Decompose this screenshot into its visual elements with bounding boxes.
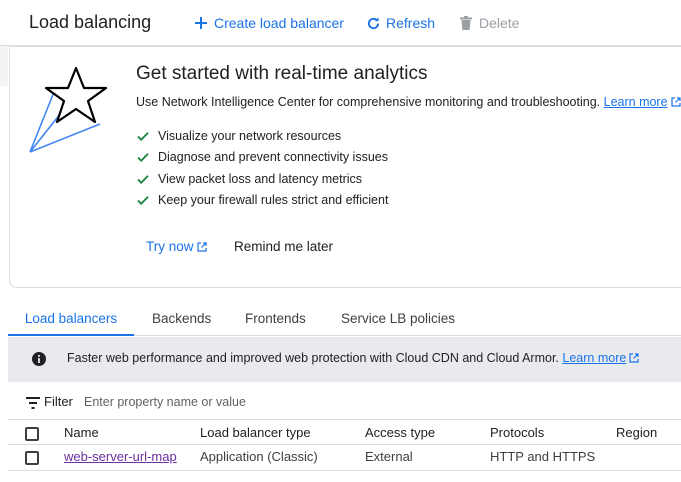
feature-text: View packet loss and latency metrics — [158, 171, 363, 186]
feature-text: Diagnose and prevent connectivity issues — [158, 150, 388, 165]
analytics-card-title: Get started with real-time analytics — [136, 63, 428, 84]
load-balancing-page: Load balancing Create load balancer Refr… — [0, 0, 681, 482]
trash-icon — [458, 15, 474, 31]
load-balancer-type: Application (Classic) — [200, 449, 318, 464]
create-load-balancer-label: Create load balancer — [214, 15, 344, 31]
feature-item: View packet loss and latency metrics — [136, 168, 388, 190]
filter-icon — [26, 397, 40, 409]
check-icon — [137, 174, 149, 184]
tab-bar: Load balancers Backends Frontends Servic… — [8, 298, 681, 336]
check-icon — [137, 153, 149, 163]
feature-item: Keep your firewall rules strict and effi… — [136, 190, 388, 212]
try-now-label: Try now — [146, 239, 194, 254]
column-header-access[interactable]: Access type — [365, 425, 435, 440]
feature-text: Visualize your network resources — [158, 128, 342, 143]
external-link-icon — [629, 353, 639, 363]
external-link-icon — [670, 97, 681, 107]
filter-input[interactable] — [84, 392, 484, 412]
filter-bar: Filter — [8, 384, 681, 420]
refresh-button[interactable]: Refresh — [365, 13, 435, 33]
tab-backends[interactable]: Backends — [152, 298, 211, 336]
tab-frontends[interactable]: Frontends — [245, 298, 306, 336]
feature-item: Visualize your network resources — [136, 125, 388, 147]
banner-message: Faster web performance and improved web … — [67, 351, 639, 365]
refresh-label: Refresh — [386, 15, 436, 31]
row-checkbox[interactable] — [25, 451, 39, 465]
column-header-protocols[interactable]: Protocols — [490, 425, 544, 440]
info-banner: Faster web performance and improved web … — [8, 337, 681, 382]
banner-learn-more-link[interactable]: Learn more — [562, 351, 626, 365]
analytics-card-description: Use Network Intelligence Center for comp… — [136, 95, 681, 109]
tab-service-lb-policies[interactable]: Service LB policies — [341, 298, 455, 336]
load-balancer-name-link[interactable]: web-server-url-map — [64, 449, 177, 464]
page-header: Load balancing Create load balancer Refr… — [0, 0, 681, 46]
left-rail — [0, 46, 8, 86]
analytics-learn-more-label: Learn more — [603, 95, 668, 109]
plus-icon — [193, 15, 209, 31]
banner-learn-more-label: Learn more — [562, 351, 627, 365]
access-type: External — [365, 449, 413, 464]
refresh-icon — [365, 15, 381, 31]
table-row: web-server-url-map Application (Classic)… — [8, 445, 681, 471]
tab-load-balancers[interactable]: Load balancers — [8, 298, 134, 336]
load-balancers-table: Name Load balancer type Access type Prot… — [8, 421, 681, 471]
create-load-balancer-button[interactable]: Create load balancer — [193, 13, 344, 33]
protocols: HTTP and HTTPS — [490, 449, 596, 464]
filter-label: Filter — [44, 394, 73, 409]
check-icon — [137, 196, 149, 206]
try-now-button[interactable]: Try now — [146, 239, 207, 254]
select-all-checkbox[interactable] — [25, 427, 39, 441]
feature-text: Keep your firewall rules strict and effi… — [158, 193, 389, 208]
shooting-star-icon — [29, 66, 108, 153]
page-title: Load balancing — [29, 12, 152, 32]
analytics-description-text: Use Network Intelligence Center for comp… — [136, 95, 601, 109]
feature-list: Visualize your network resources Diagnos… — [136, 125, 388, 211]
column-header-name[interactable]: Name — [64, 425, 99, 440]
column-header-region[interactable]: Region — [616, 425, 657, 440]
check-icon — [137, 131, 149, 141]
banner-text: Faster web performance and improved web … — [67, 351, 559, 365]
delete-label: Delete — [479, 15, 520, 31]
analytics-learn-more-link[interactable]: Learn more — [604, 95, 668, 109]
external-link-icon — [196, 241, 207, 252]
column-header-type[interactable]: Load balancer type — [200, 425, 311, 440]
remind-me-later-button[interactable]: Remind me later — [234, 239, 333, 254]
feature-item: Diagnose and prevent connectivity issues — [136, 147, 388, 169]
delete-button[interactable]: Delete — [458, 13, 519, 33]
table-header-row: Name Load balancer type Access type Prot… — [8, 421, 681, 445]
info-icon — [32, 352, 46, 366]
